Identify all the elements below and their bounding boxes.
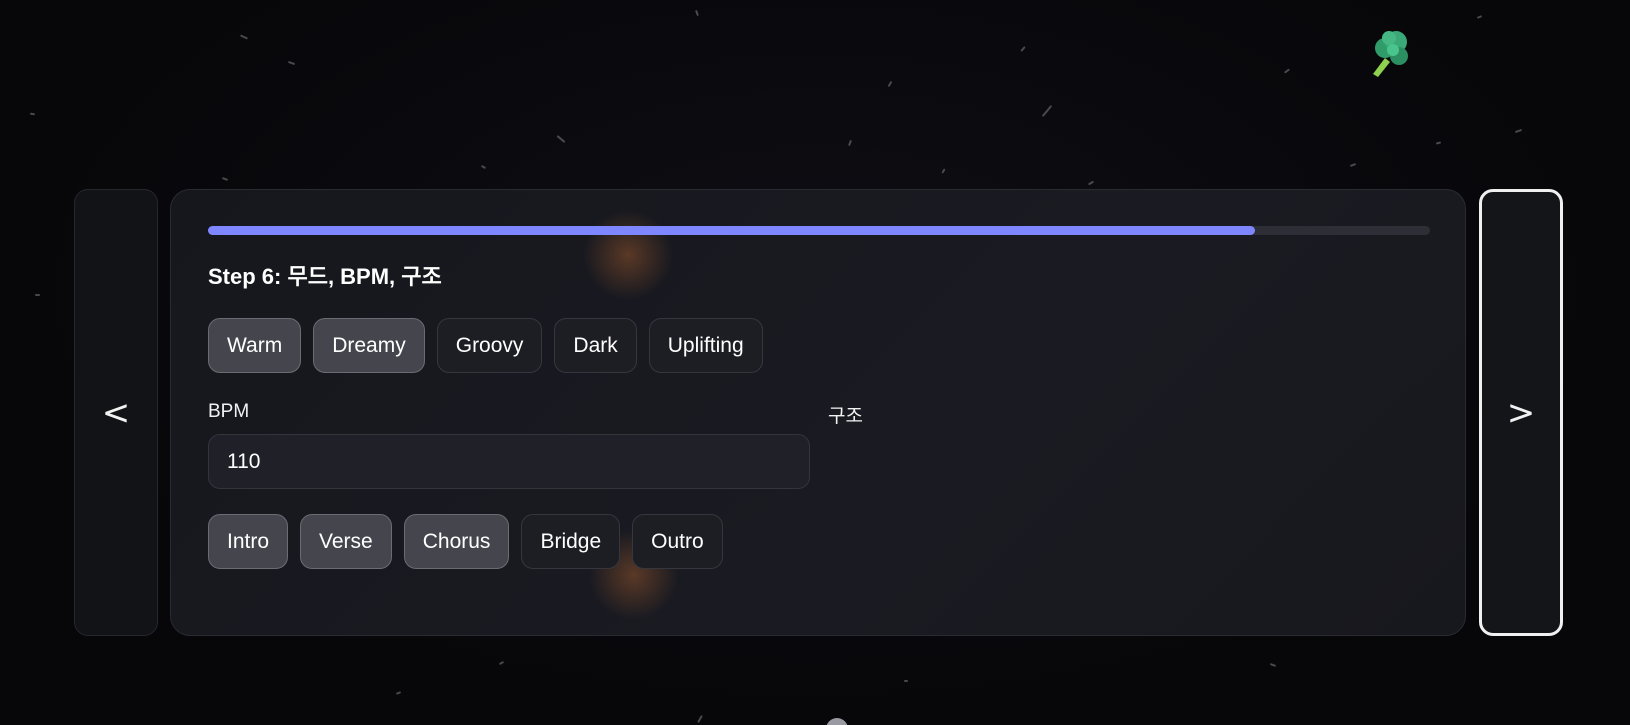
star-streak [556, 135, 566, 143]
next-step-button[interactable]: > [1479, 189, 1563, 636]
mood-chip-group: Warm Dreamy Groovy Dark Uplifting [208, 318, 763, 373]
mood-chip-warm[interactable]: Warm [208, 318, 302, 373]
star-streak [887, 80, 893, 88]
star-streak [1514, 128, 1523, 134]
star-streak [1041, 104, 1053, 118]
chip-label: Warm [227, 333, 283, 357]
star-streak [1087, 180, 1095, 186]
prev-step-button[interactable]: < [74, 189, 158, 636]
mood-chip-groovy[interactable]: Groovy [436, 318, 543, 373]
mood-chip-dark[interactable]: Dark [554, 318, 637, 373]
structure-chip-group: Intro Verse Chorus Bridge Outro [208, 514, 723, 569]
star-streak [35, 294, 40, 296]
structure-chip-outro[interactable]: Outro [632, 514, 723, 569]
app-stage: < Step 6: 무드, BPM, 구조 Warm Dreamy Groovy… [0, 0, 1630, 725]
star-streak [480, 164, 487, 170]
step-title: Step 6: 무드, BPM, 구조 [208, 264, 442, 289]
broccoli-icon [1373, 31, 1408, 77]
bpm-label: BPM [208, 401, 250, 422]
progress-bar-fill [208, 226, 1256, 235]
star-streak [697, 715, 703, 723]
bpm-input[interactable] [208, 434, 810, 489]
star-streak [1020, 46, 1026, 52]
chip-label: Verse [319, 529, 373, 553]
star-streak [221, 177, 229, 181]
star-streak [1349, 163, 1357, 167]
ambient-glow [583, 210, 673, 300]
star-streak [695, 9, 699, 17]
structure-label: 구조 [828, 406, 863, 427]
structure-chip-verse[interactable]: Verse [300, 514, 392, 569]
structure-chip-chorus[interactable]: Chorus [403, 514, 510, 569]
mood-chip-dreamy[interactable]: Dreamy [313, 318, 425, 373]
star-streak [395, 691, 402, 695]
star-streak [1269, 663, 1277, 667]
next-arrow-icon: > [1506, 392, 1536, 433]
star-streak [1435, 141, 1442, 145]
chip-label: Dark [573, 333, 618, 357]
star-streak [239, 34, 249, 40]
chip-label: Chorus [422, 529, 491, 553]
star-streak [1283, 68, 1291, 74]
prev-arrow-icon: < [101, 392, 131, 433]
structure-chip-intro[interactable]: Intro [208, 514, 289, 569]
star-streak [1476, 15, 1483, 19]
chip-label: Intro [227, 529, 270, 553]
scroll-indicator[interactable] [826, 718, 848, 725]
chip-label: Dreamy [332, 333, 406, 357]
chip-label: Groovy [455, 333, 524, 357]
progress-bar [208, 226, 1430, 235]
chip-label: Outro [651, 529, 704, 553]
chip-label: Bridge [540, 529, 602, 553]
star-streak [904, 680, 908, 682]
star-streak [848, 139, 852, 147]
star-streak [941, 168, 946, 174]
chip-label: Uplifting [667, 333, 744, 357]
star-streak [287, 60, 296, 66]
wizard-card: Step 6: 무드, BPM, 구조 Warm Dreamy Groovy D… [170, 189, 1466, 636]
star-streak [498, 660, 505, 666]
mood-chip-uplifting[interactable]: Uplifting [648, 318, 763, 373]
star-streak [29, 112, 36, 116]
structure-chip-bridge[interactable]: Bridge [521, 514, 621, 569]
